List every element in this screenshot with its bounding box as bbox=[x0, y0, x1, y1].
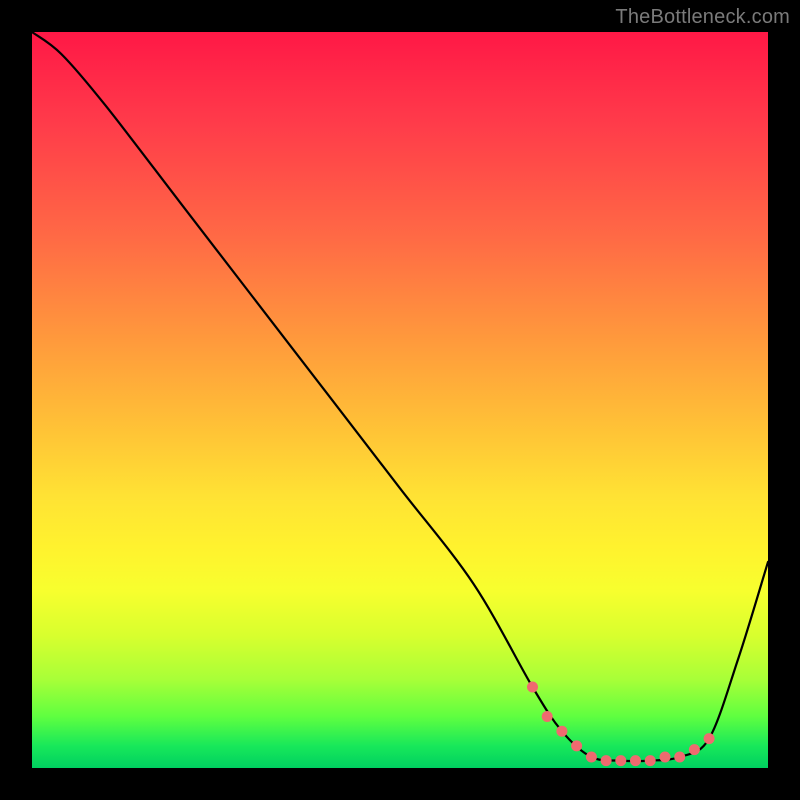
marker-dot bbox=[586, 752, 597, 763]
marker-dot bbox=[660, 752, 671, 763]
marker-dot bbox=[571, 740, 582, 751]
marker-dot bbox=[556, 726, 567, 737]
bottleneck-curve bbox=[32, 32, 768, 761]
chart-svg bbox=[32, 32, 768, 768]
marker-dot bbox=[527, 682, 538, 693]
chart-frame: TheBottleneck.com bbox=[0, 0, 800, 800]
marker-dot bbox=[645, 755, 656, 766]
marker-dot bbox=[704, 733, 715, 744]
plot-area bbox=[32, 32, 768, 768]
attribution-text: TheBottleneck.com bbox=[615, 6, 790, 29]
marker-dot bbox=[601, 755, 612, 766]
marker-dot bbox=[542, 711, 553, 722]
marker-dot bbox=[630, 755, 641, 766]
marker-dot bbox=[674, 752, 685, 763]
marker-dot bbox=[689, 744, 700, 755]
marker-dot bbox=[615, 755, 626, 766]
